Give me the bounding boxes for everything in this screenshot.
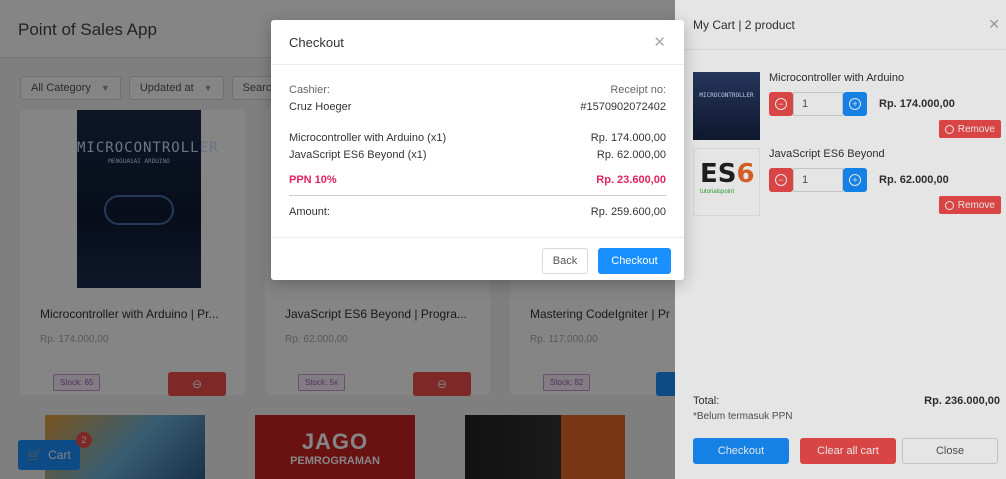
amount-value: Rp. 259.600,00 [590, 206, 666, 218]
receipt-label: Receipt no: [610, 84, 666, 96]
receipt-line: JavaScript ES6 Beyond (x1) Rp. 62.000,00 [289, 147, 666, 164]
modal-footer: Back Checkout [271, 237, 684, 274]
confirm-checkout-button[interactable]: Checkout [598, 248, 671, 274]
receipt-line: Microcontroller with Arduino (x1) Rp. 17… [289, 130, 666, 147]
receipt: Cashier: Receipt no: Cruz Hoeger #157090… [289, 82, 666, 221]
back-button[interactable]: Back [542, 248, 588, 274]
tax-value: Rp. 23.600,00 [596, 174, 666, 186]
tax-row: PPN 10% Rp. 23.600,00 [289, 172, 666, 189]
cashier-name: Cruz Hoeger [289, 101, 352, 113]
divider [289, 195, 666, 196]
receipt-meta-values: Cruz Hoeger #1570902072402 [289, 99, 666, 116]
modal-title: Checkout [289, 35, 344, 50]
checkout-modal: Checkout ✕ Cashier: Receipt no: Cruz Hoe… [271, 20, 684, 280]
drawer-dim [675, 0, 1006, 479]
amount-row: Amount: Rp. 259.600,00 [289, 204, 666, 221]
line-item-value: Rp. 62.000,00 [596, 149, 666, 161]
receipt-number: #1570902072402 [580, 101, 666, 113]
cashier-label: Cashier: [289, 84, 330, 96]
tax-label: PPN 10% [289, 174, 337, 186]
close-icon[interactable]: ✕ [653, 33, 666, 51]
line-item-label: Microcontroller with Arduino (x1) [289, 132, 447, 144]
line-item-value: Rp. 174.000,00 [590, 132, 666, 144]
receipt-meta-labels: Cashier: Receipt no: [289, 82, 666, 99]
line-item-label: JavaScript ES6 Beyond (x1) [289, 149, 427, 161]
modal-header: Checkout ✕ [271, 20, 684, 65]
amount-label: Amount: [289, 206, 330, 218]
